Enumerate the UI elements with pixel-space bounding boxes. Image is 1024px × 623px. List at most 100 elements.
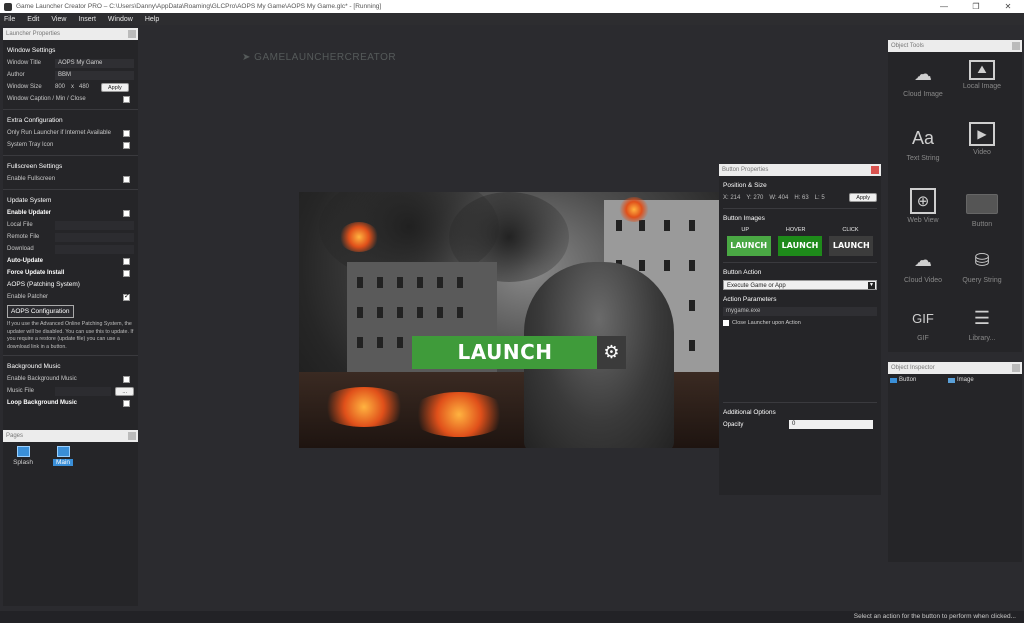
- app-icon: [4, 2, 12, 11]
- remote-file-input[interactable]: [55, 232, 134, 242]
- music-browse-button[interactable]: ...: [115, 386, 134, 396]
- width-input[interactable]: 800: [55, 84, 71, 90]
- menu-edit[interactable]: Edit: [27, 16, 39, 23]
- tool-gif[interactable]: GIF GIF: [893, 304, 953, 343]
- tool-button[interactable]: Button: [952, 190, 1012, 228]
- local-file-input[interactable]: [55, 220, 134, 230]
- fullscreen-checkbox[interactable]: [123, 175, 130, 183]
- internet-checkbox[interactable]: [123, 129, 130, 137]
- button-images-title: Button Images: [723, 215, 765, 222]
- page-splash[interactable]: Splash: [8, 446, 38, 466]
- launcher-canvas[interactable]: LAUNCH ⚙: [299, 192, 719, 448]
- page-splash-label: Splash: [13, 459, 33, 466]
- menu-window[interactable]: Window: [108, 16, 133, 23]
- background-music-title: Background Music: [7, 363, 61, 370]
- window-settings-title: Window Settings: [7, 47, 56, 54]
- aops-configuration-button[interactable]: AOPS Configuration: [7, 305, 74, 318]
- position-apply-button[interactable]: Apply: [849, 193, 877, 202]
- hover-image-tile[interactable]: LAUNCH: [777, 236, 822, 256]
- page-main-label: Main: [52, 459, 74, 466]
- action-parameters-title: Action Parameters: [723, 296, 777, 303]
- aops-note: If you use the Advanced Online Patching …: [7, 321, 134, 350]
- fire-1: [339, 222, 379, 252]
- window-title-input[interactable]: AOPS My Game: [55, 58, 134, 68]
- pages-close-icon[interactable]: [128, 432, 136, 440]
- object-tools-header: Object Tools: [888, 40, 1022, 52]
- launch-button[interactable]: LAUNCH: [412, 336, 598, 369]
- tool-web-view[interactable]: ⊕ Web View: [893, 188, 953, 224]
- menu-file[interactable]: File: [4, 16, 15, 23]
- music-file-label: Music File: [7, 388, 35, 394]
- cloud-video-icon: ☁: [914, 249, 932, 270]
- window-title: Game Launcher Creator PRO – C:\Users\Dan…: [16, 3, 382, 10]
- enable-updater-checkbox[interactable]: [123, 209, 130, 217]
- auto-update-checkbox[interactable]: [123, 257, 130, 265]
- object-tools-close-icon[interactable]: [1012, 42, 1020, 50]
- title-bar: Game Launcher Creator PRO – C:\Users\Dan…: [0, 0, 1024, 13]
- action-select[interactable]: Execute Game or App ▼: [723, 280, 877, 290]
- enable-updater-label: Enable Updater: [7, 210, 52, 216]
- update-system-title: Update System: [7, 197, 52, 204]
- loop-music-checkbox[interactable]: [123, 399, 130, 407]
- window-title-label: Window Title: [7, 60, 42, 66]
- h-input[interactable]: 63: [802, 195, 809, 201]
- page-main-icon: [56, 446, 70, 457]
- web-view-icon: ⊕: [910, 188, 936, 214]
- window-size-apply-button[interactable]: Apply: [101, 82, 129, 92]
- chevron-down-icon: ▼: [868, 282, 875, 289]
- action-parameters-input[interactable]: mygame.exe: [723, 307, 877, 316]
- maximize-icon[interactable]: ❐: [960, 0, 992, 13]
- tool-query-string[interactable]: ⛁ Query String: [952, 246, 1012, 285]
- local-file-label: Local File: [7, 222, 33, 228]
- opacity-stepper[interactable]: 0: [789, 420, 873, 429]
- l-input[interactable]: 5: [821, 195, 824, 201]
- button-icon: [966, 190, 998, 218]
- close-launcher-checkbox[interactable]: [723, 320, 729, 326]
- image-object-icon: [948, 377, 955, 383]
- author-input[interactable]: BBM: [55, 70, 134, 80]
- launcher-properties-panel: Launcher Properties Window Settings Wind…: [3, 28, 138, 431]
- tool-video[interactable]: ▶ Video: [952, 122, 1012, 156]
- caption-checkbox[interactable]: [123, 95, 130, 103]
- menu-insert[interactable]: Insert: [78, 16, 96, 23]
- panel-close-icon[interactable]: [128, 30, 136, 38]
- tool-library[interactable]: ☰ Library...: [952, 304, 1012, 343]
- tray-checkbox[interactable]: [123, 141, 130, 149]
- fire-2: [619, 197, 649, 222]
- w-input[interactable]: 404: [778, 195, 788, 201]
- object-tools-panel: Object Tools ☁ Cloud Image ⛰ Local Image…: [888, 40, 1022, 352]
- object-inspector-close-icon[interactable]: [1012, 364, 1020, 372]
- force-update-checkbox[interactable]: [123, 269, 130, 277]
- tool-text-string[interactable]: Aa Text String: [893, 124, 953, 163]
- tool-cloud-video[interactable]: ☁ Cloud Video: [893, 246, 953, 285]
- tool-cloud-image[interactable]: ☁ Cloud Image: [893, 60, 953, 99]
- inspector-item-image[interactable]: Image: [948, 377, 974, 383]
- button-action-title: Button Action: [723, 269, 762, 276]
- gear-icon[interactable]: ⚙: [597, 336, 626, 369]
- music-file-input[interactable]: [55, 386, 112, 396]
- button-properties-close-icon[interactable]: [871, 166, 879, 174]
- close-icon[interactable]: ✕: [992, 0, 1024, 13]
- enable-patcher-checkbox[interactable]: [123, 292, 130, 301]
- y-input[interactable]: 270: [753, 195, 763, 201]
- state-click-label: CLICK: [842, 227, 859, 233]
- menu-help[interactable]: Help: [145, 16, 159, 23]
- tool-local-image[interactable]: ⛰ Local Image: [952, 60, 1012, 90]
- author-label: Author: [7, 72, 25, 78]
- page-main[interactable]: Main: [48, 446, 78, 466]
- database-icon: ⛁: [974, 249, 990, 270]
- window-size-label: Window Size: [7, 84, 42, 90]
- inspector-item-button[interactable]: Button: [890, 377, 916, 383]
- click-image-tile[interactable]: LAUNCH: [829, 236, 874, 256]
- pages-panel: Pages Splash Main: [3, 430, 138, 606]
- caption-label: Window Caption / Min / Close: [7, 96, 86, 102]
- x-input[interactable]: 214: [730, 195, 740, 201]
- close-launcher-label: Close Launcher upon Action: [732, 320, 801, 326]
- menu-view[interactable]: View: [51, 16, 66, 23]
- button-properties-header: Button Properties: [719, 164, 881, 176]
- height-input[interactable]: 480: [79, 84, 101, 90]
- enable-music-checkbox[interactable]: [123, 375, 130, 383]
- download-input[interactable]: [55, 244, 134, 254]
- minimize-icon[interactable]: —: [928, 0, 960, 13]
- up-image-tile[interactable]: LAUNCH: [726, 236, 771, 256]
